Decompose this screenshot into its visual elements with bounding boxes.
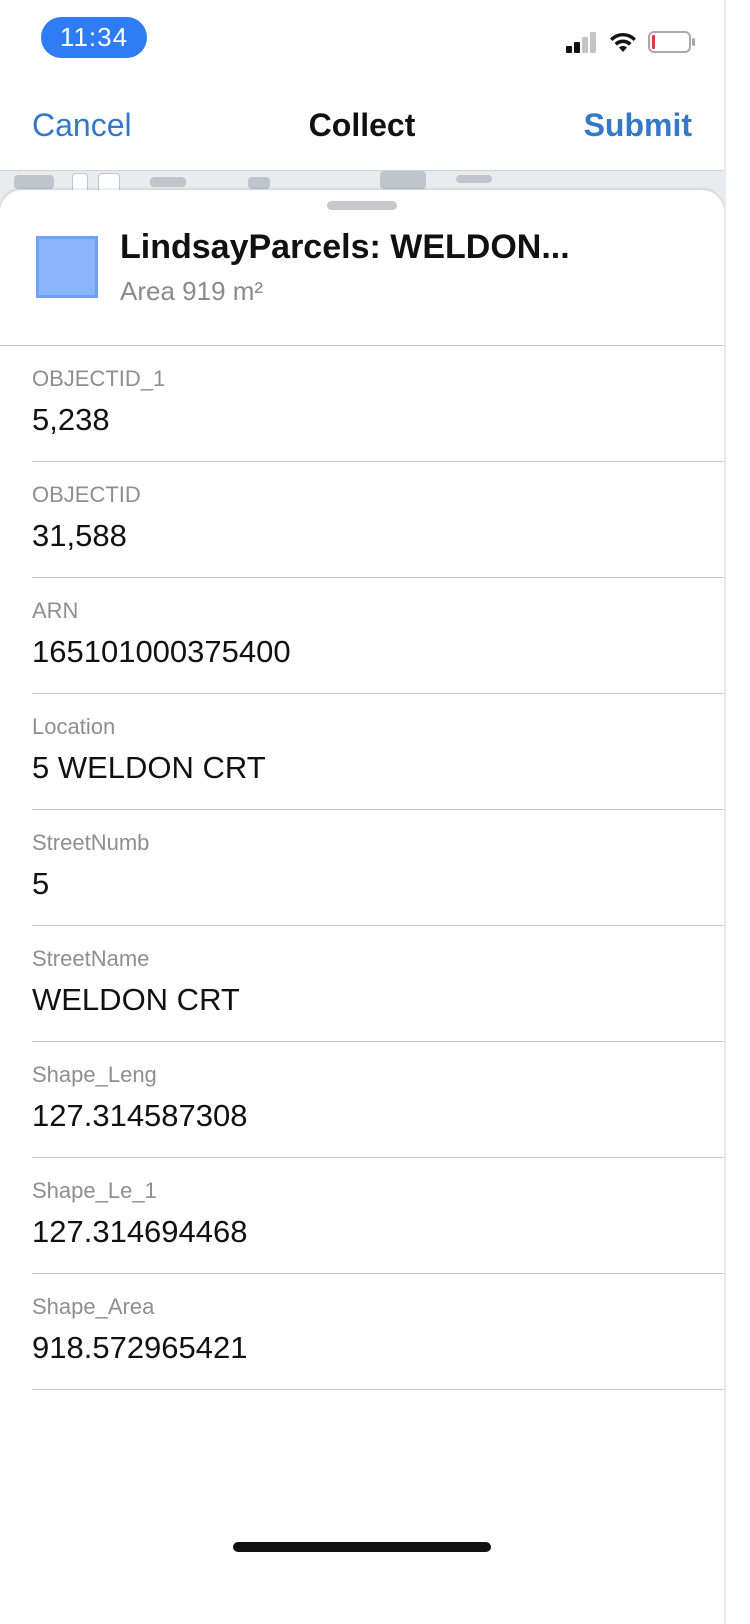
field-value: 5: [32, 866, 50, 901]
navigation-bar: Cancel Collect Submit: [0, 80, 724, 172]
field-value: WELDON CRT: [32, 982, 240, 1017]
field-label: StreetNumb: [32, 830, 150, 855]
map-parcel-shape: [150, 177, 186, 187]
field-row-objectid[interactable]: OBJECTID 31,588: [32, 462, 724, 578]
feature-title: LindsayParcels: WELDON...: [120, 228, 570, 266]
field-label: StreetName: [32, 946, 150, 971]
field-label: Shape_Leng: [32, 1062, 157, 1087]
field-label: OBJECTID: [32, 482, 141, 507]
field-value: 5,238: [32, 402, 110, 437]
map-parcel-shape: [456, 175, 492, 183]
status-bar: 11:34: [0, 0, 724, 80]
field-row-shape-leng[interactable]: Shape_Leng 127.314587308: [32, 1042, 724, 1158]
map-parcel-shape: [380, 171, 426, 189]
feature-sheet: LindsayParcels: WELDON... Area 919 m² OB…: [0, 190, 724, 1624]
field-row-streetname[interactable]: StreetName WELDON CRT: [32, 926, 724, 1042]
field-value: 127.314587308: [32, 1098, 248, 1133]
field-value: 165101000375400: [32, 634, 291, 669]
field-label: OBJECTID_1: [32, 366, 166, 391]
map-parcel-shape: [248, 177, 270, 189]
map-parcel-shape: [14, 175, 54, 189]
field-value: 127.314694468: [32, 1214, 248, 1249]
cellular-signal-icon: [564, 30, 600, 59]
field-label: Shape_Area: [32, 1294, 155, 1319]
home-indicator[interactable]: [233, 1542, 491, 1552]
polygon-symbol-icon: [36, 236, 98, 298]
field-value: 5 WELDON CRT: [32, 750, 266, 785]
field-row-objectid-1[interactable]: OBJECTID_1 5,238: [32, 346, 724, 462]
wifi-icon: [608, 30, 638, 59]
collect-screen: 11:34 Cancel Collect Submit LindsayParce…: [0, 0, 726, 1624]
field-row-arn[interactable]: ARN 165101000375400: [32, 578, 724, 694]
field-label: ARN: [32, 598, 79, 623]
field-row-shape-le-1[interactable]: Shape_Le_1 127.314694468: [32, 1158, 724, 1274]
field-value: 31,588: [32, 518, 127, 553]
field-label: Location: [32, 714, 116, 739]
field-label: Shape_Le_1: [32, 1178, 157, 1203]
field-row-location[interactable]: Location 5 WELDON CRT: [32, 694, 724, 810]
field-row-streetnumb[interactable]: StreetNumb 5: [32, 810, 724, 926]
status-icons: [564, 30, 696, 58]
feature-area: Area 919 m²: [120, 276, 264, 306]
field-row-shape-area[interactable]: Shape_Area 918.572965421: [32, 1274, 724, 1390]
submit-button[interactable]: Submit: [584, 107, 692, 144]
battery-low-icon: [648, 30, 696, 59]
feature-header: LindsayParcels: WELDON... Area 919 m²: [0, 190, 724, 346]
field-value: 918.572965421: [32, 1330, 248, 1365]
attribute-list: OBJECTID_1 5,238 OBJECTID 31,588 ARN 165…: [0, 346, 724, 1390]
status-time: 11:34: [41, 17, 147, 58]
